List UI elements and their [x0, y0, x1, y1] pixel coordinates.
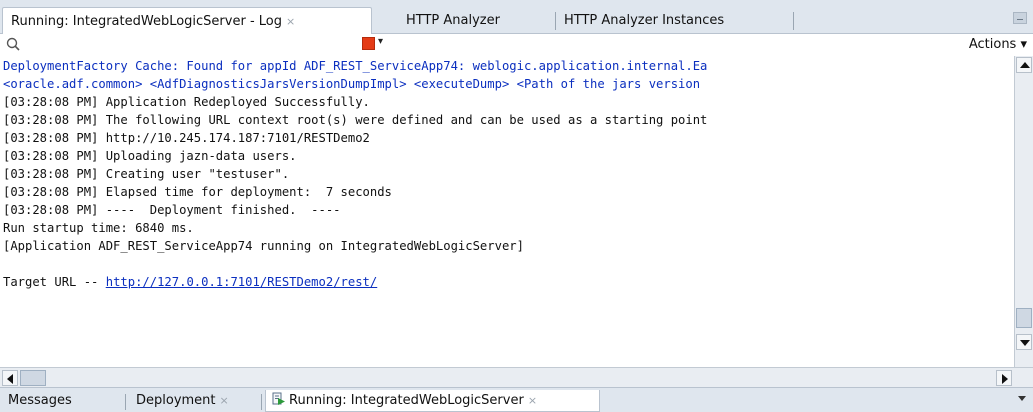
arrow-up-icon — [1020, 62, 1030, 68]
arrow-left-icon — [7, 374, 13, 384]
log-toolbar: ▾ Actions ▾ — [0, 34, 1033, 56]
tab-close-icon[interactable]: × — [220, 394, 229, 407]
log-line: [03:28:08 PM] Uploading jazn-data users. — [3, 149, 297, 163]
log-line: [Application ADF_REST_ServiceApp74 runni… — [3, 239, 524, 253]
arrow-right-icon — [1002, 374, 1008, 384]
tab-divider — [125, 394, 126, 410]
target-url-prefix: Target URL -- — [3, 275, 106, 289]
tab-http-analyzer-instances-label: HTTP Analyzer Instances — [564, 13, 725, 28]
tab-divider — [793, 12, 794, 30]
tab-messages-label: Messages — [8, 393, 72, 408]
minimize-icon[interactable] — [1013, 12, 1027, 24]
log-line: <oracle.adf.common> <AdfDiagnosticsJarsV… — [3, 77, 701, 91]
log-window-tabbar: Running: IntegratedWebLogicServer - Log ×… — [0, 0, 1033, 34]
horizontal-scrollbar[interactable] — [0, 367, 1033, 387]
tab-deployment[interactable]: Deployment × — [130, 390, 258, 412]
tab-deployment-label: Deployment — [136, 393, 216, 408]
log-line: Run startup time: 6840 ms. — [3, 221, 194, 235]
log-line-target-url: Target URL -- http://127.0.0.1:7101/REST… — [3, 273, 377, 291]
tab-http-analyzer-label: HTTP Analyzer — [406, 13, 500, 28]
tab-messages[interactable]: Messages — [2, 390, 114, 412]
scroll-right-button[interactable] — [996, 370, 1012, 386]
log-line: [03:28:08 PM] The following URL context … — [3, 113, 708, 127]
bottom-tabbar: Messages Deployment × Running: Integrated… — [0, 387, 1033, 412]
arrow-down-icon — [1020, 340, 1030, 346]
tab-running-log-label: Running: IntegratedWebLogicServer - Log — [11, 14, 282, 29]
log-line: [03:28:08 PM] Elapsed time for deploymen… — [3, 185, 392, 199]
tab-close-icon[interactable]: × — [286, 15, 295, 28]
vertical-scroll-thumb[interactable] — [1016, 308, 1032, 328]
tab-running-log[interactable]: Running: IntegratedWebLogicServer - Log × — [2, 7, 372, 34]
log-line: [03:28:08 PM] Creating user "testuser". — [3, 167, 290, 181]
tab-http-analyzer[interactable]: HTTP Analyzer — [398, 7, 548, 34]
scroll-up-button[interactable] — [1016, 57, 1032, 73]
log-line: [03:28:08 PM] ---- Deployment finished. … — [3, 203, 341, 217]
tab-http-analyzer-instances[interactable]: HTTP Analyzer Instances — [556, 7, 756, 34]
stop-dropdown-icon[interactable]: ▾ — [378, 36, 383, 47]
actions-menu[interactable]: Actions ▾ — [969, 37, 1027, 52]
tab-running-server-label: Running: IntegratedWebLogicServer — [289, 393, 524, 408]
log-output[interactable]: DeploymentFactory Cache: Found for appId… — [0, 56, 1014, 367]
stop-icon[interactable] — [362, 37, 375, 50]
tab-divider — [261, 394, 262, 410]
running-server-icon — [272, 392, 285, 405]
scroll-left-button[interactable] — [2, 370, 18, 386]
target-url-link[interactable]: http://127.0.0.1:7101/RESTDemo2/rest/ — [106, 275, 378, 289]
log-line: [03:28:08 PM] http://10.245.174.187:7101… — [3, 131, 370, 145]
tab-running-server[interactable]: Running: IntegratedWebLogicServer × — [265, 390, 600, 412]
tab-close-icon[interactable]: × — [528, 394, 537, 407]
scroll-down-button[interactable] — [1016, 334, 1032, 350]
log-line: DeploymentFactory Cache: Found for appId… — [3, 59, 708, 73]
log-line: [03:28:08 PM] Application Redeployed Suc… — [3, 95, 370, 109]
chevron-down-icon[interactable] — [1018, 396, 1026, 401]
log-search-input[interactable] — [28, 36, 352, 54]
search-icon — [6, 37, 20, 51]
horizontal-scroll-thumb[interactable] — [20, 370, 46, 386]
vertical-scrollbar[interactable] — [1014, 56, 1033, 367]
